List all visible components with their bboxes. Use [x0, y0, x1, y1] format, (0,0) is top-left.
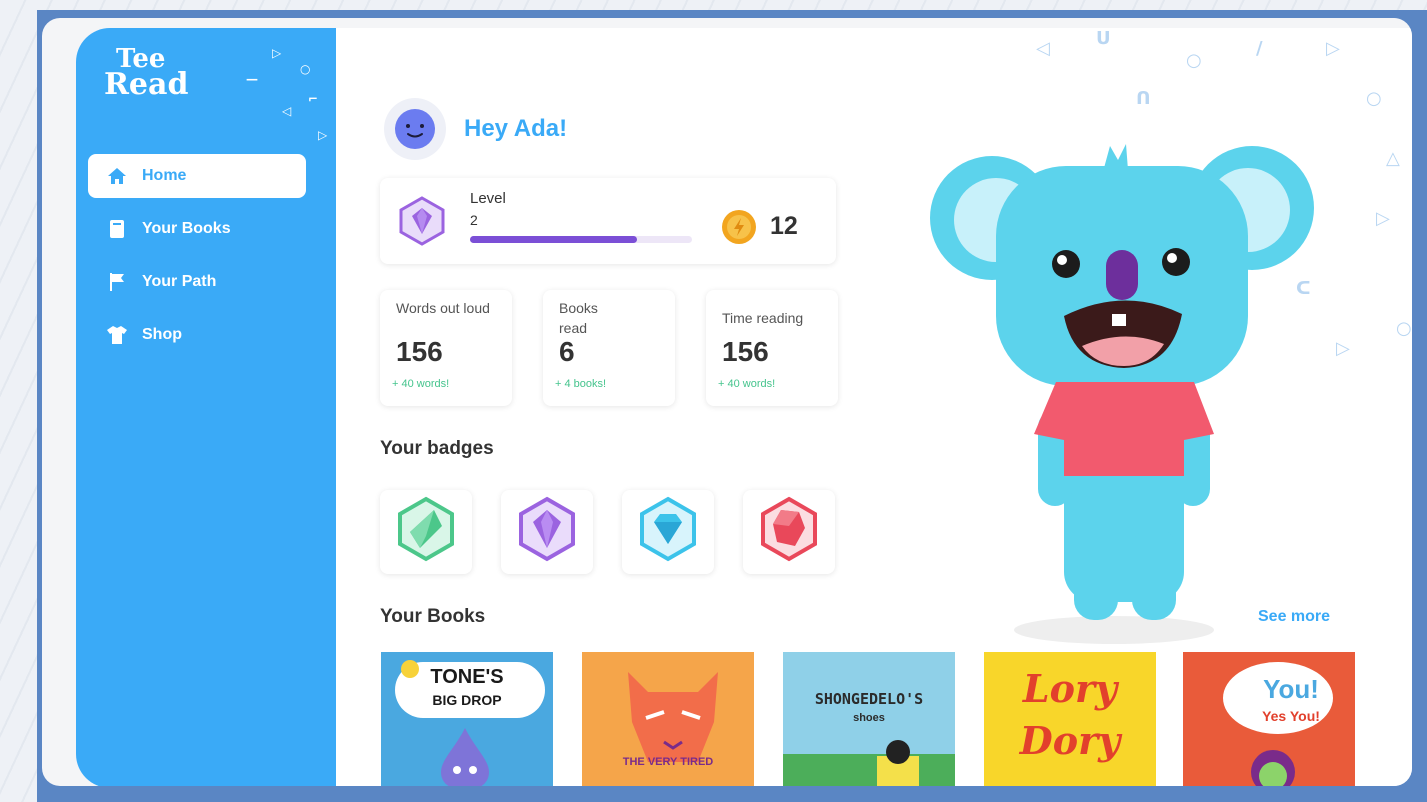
badge-purple[interactable]: [501, 490, 593, 574]
green-crystal-icon: [398, 496, 454, 562]
sidebar-item-label: Your Path: [142, 273, 217, 290]
confetti-icon: ○: [300, 62, 311, 76]
stat-value: 156: [722, 336, 769, 367]
sidebar-item-label: Your Books: [142, 220, 231, 237]
coin-icon: [722, 210, 756, 244]
sidebar-item-label: Shop: [142, 326, 182, 343]
confetti-icon: ▷: [1326, 38, 1340, 59]
character-icon: [877, 740, 919, 786]
level-card: Level 2 12: [380, 178, 836, 264]
stat-delta: + 4 books!: [555, 378, 607, 390]
stat-card-words: Words out loud 156 + 40 words!: [380, 290, 512, 406]
book-card[interactable]: SHONGEDELO'S shoes: [783, 652, 955, 786]
home-icon: [106, 165, 128, 187]
coin-count: 12: [770, 212, 798, 240]
confetti-icon: ▷: [318, 128, 328, 142]
confetti-icon: ▷: [272, 46, 282, 60]
book-title: You!: [1263, 674, 1319, 704]
stat-card-time: Time reading 156 + 40 words!: [706, 290, 838, 406]
confetti-icon: △: [1386, 148, 1400, 169]
book-card[interactable]: You! Yes You!: [1183, 652, 1355, 786]
confetti-icon: ○: [1366, 88, 1382, 109]
tshirt-icon: [106, 324, 128, 346]
blue-diamond-icon: [640, 496, 696, 562]
logo: Tee Read: [104, 46, 189, 102]
koala-mascot-illustration: [930, 144, 1314, 644]
main-content: ◁ ᑌ ○ / ▷ ○ △ ▷ ○ ▷ ᑕ ᑎ Hey Ada! Level 2…: [336, 28, 1412, 786]
book-card[interactable]: Lory Dory: [984, 652, 1156, 786]
book-subtitle: shoes: [853, 712, 885, 724]
level-gem-icon: [399, 196, 445, 246]
stat-delta: + 40 words!: [718, 378, 776, 390]
stat-value: 156: [396, 336, 443, 367]
book-subtitle: Dory: [1019, 718, 1121, 763]
badge-green[interactable]: [380, 490, 472, 574]
confetti-icon: ᑌ: [1096, 28, 1111, 49]
purple-gem-icon: [519, 496, 575, 562]
book-title: Lory: [1022, 666, 1118, 711]
stat-delta: + 40 words!: [392, 378, 450, 390]
book-title: SHONGEDELO'S: [814, 690, 924, 708]
confetti-icon: ○: [1396, 318, 1412, 339]
confetti-icon: ᑎ: [1136, 88, 1151, 109]
book-subtitle: BIG DROP: [432, 692, 502, 708]
sidebar: Tee Read ▷ ○ — ⌐ ◁ ▷ Home Your Books You…: [76, 28, 336, 786]
smiley-avatar-icon: [395, 109, 435, 149]
confetti-icon: ▷: [1376, 208, 1390, 229]
book-card[interactable]: THE VERY TIRED: [582, 652, 754, 786]
stat-label: Time reading: [722, 310, 804, 326]
sidebar-nav: Home Your Books Your Path Shop: [88, 154, 306, 366]
confetti-icon: ▷: [1336, 338, 1350, 359]
logo-line-2: Read: [104, 67, 189, 102]
sidebar-item-your-books[interactable]: Your Books: [88, 207, 306, 251]
badges-title: Your badges: [380, 438, 494, 459]
level-progress-fill: [470, 236, 637, 243]
level-progress-bar: [470, 236, 692, 243]
confetti-icon: ⌐: [308, 92, 319, 106]
stat-value: 6: [559, 336, 575, 367]
book-title: THE VERY TIRED: [622, 756, 714, 768]
sidebar-item-home[interactable]: Home: [88, 154, 306, 198]
confetti-icon: —: [246, 72, 258, 86]
screen: Tee Read ▷ ○ — ⌐ ◁ ▷ Home Your Books You…: [42, 18, 1412, 786]
sidebar-item-your-path[interactable]: Your Path: [88, 260, 306, 304]
red-ruby-icon: [761, 496, 817, 562]
app-window: Tee Read ▷ ○ — ⌐ ◁ ▷ Home Your Books You…: [76, 28, 1412, 786]
stat-card-books: Books read 6 + 4 books!: [543, 290, 675, 406]
raindrop-character-icon: [441, 728, 489, 786]
book-icon: [106, 218, 128, 240]
confetti-icon: ◁: [282, 104, 292, 118]
level-value: 2: [470, 212, 478, 228]
confetti-icon: ○: [1186, 50, 1202, 71]
sidebar-item-label: Home: [142, 167, 187, 184]
badge-red[interactable]: [743, 490, 835, 574]
books-title: Your Books: [380, 606, 486, 627]
badge-blue[interactable]: [622, 490, 714, 574]
sidebar-item-shop[interactable]: Shop: [88, 313, 306, 357]
greeting: Hey Ada!: [384, 98, 567, 160]
sun-icon: [401, 660, 419, 678]
stat-label: Books read: [559, 300, 598, 336]
book-subtitle: Yes You!: [1262, 708, 1320, 724]
flag-icon: [106, 271, 128, 293]
kid-character-icon: [1251, 750, 1295, 786]
book-card[interactable]: TONE'S BIG DROP: [381, 652, 553, 786]
confetti-icon: /: [1256, 38, 1263, 59]
avatar[interactable]: [384, 98, 446, 160]
confetti-icon: ◁: [1036, 38, 1050, 59]
stat-label: Words out loud: [396, 300, 490, 316]
grass-shape: [783, 754, 955, 786]
level-label: Level: [470, 190, 506, 207]
greeting-text: Hey Ada!: [464, 115, 568, 142]
